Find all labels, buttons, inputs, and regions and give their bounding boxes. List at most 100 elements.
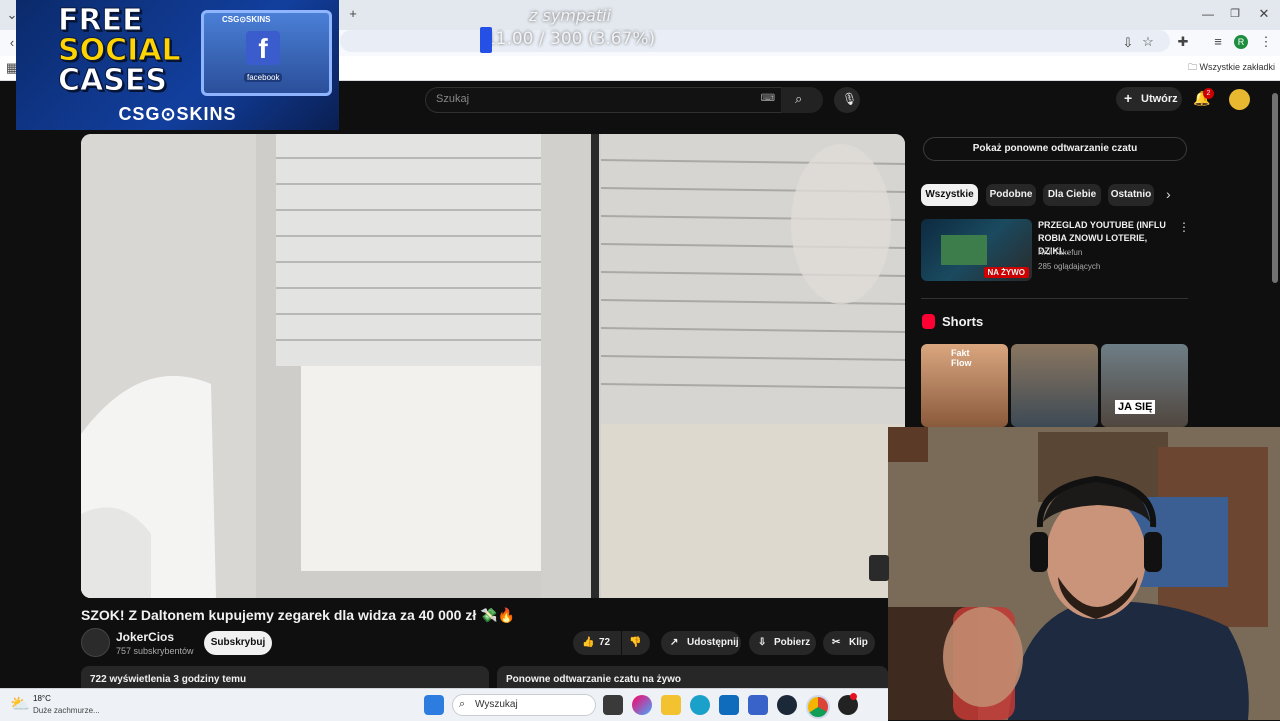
weather-icon[interactable]: ⛅ [10,694,30,714]
taskbar-search-icon: ⌕ [459,698,466,710]
promo-line-1: FREE [58,3,144,38]
media-controls-icon[interactable]: ≡ [1210,34,1226,50]
crate-brand: CSG⊙SKINS [222,15,271,24]
install-app-icon[interactable]: ⇩ [1120,35,1136,51]
taskbar-search[interactable]: ⌕ Wyszukaj [452,694,596,716]
channel-name[interactable]: JokerCios [116,630,174,644]
profile-avatar[interactable]: R [1234,35,1248,49]
create-label: Utwórz [1141,93,1178,105]
webcam-frame [888,427,1280,720]
chevron-right-icon[interactable]: › [1166,186,1171,202]
outlook-icon[interactable] [719,695,739,715]
close-window-icon[interactable]: ✕ [1256,6,1272,22]
rec-channel[interactable]: Krul Takefun [1038,248,1082,257]
short-thumbnail-2[interactable] [1011,344,1098,427]
keyboard-icon[interactable]: ⌨ [761,93,775,104]
views-and-date: 722 wyświetlenia 3 godziny temu [90,674,247,685]
facebook-icon: f [246,31,280,65]
download-button[interactable]: ⇩ Pobierz [749,631,816,655]
blinds-right [600,134,905,598]
like-button[interactable]: 👍 72 [573,631,621,655]
short-thumbnail-3[interactable]: JA SIĘ [1101,344,1188,427]
video-title: SZOK! Z Daltonem kupujemy zegarek dla wi… [81,607,515,623]
miniplayer-thumbnail[interactable] [869,555,889,581]
all-bookmarks-label: Wszystkie zakładki [1199,62,1276,72]
browser-menu-icon[interactable]: ⋮ [1258,34,1274,50]
mic-icon: 🎙 [842,92,858,106]
goal-value: 11.00 / 300 (3.67%) [484,29,656,49]
thumbs-up-icon: 👍 [582,637,595,648]
account-avatar[interactable] [1229,89,1250,110]
share-label: Udostępnij [687,637,739,648]
webcam-overlay [888,427,1280,720]
goal-progress-fill [480,27,492,53]
clip-label: Klip [849,637,868,648]
steam-icon[interactable] [777,695,797,715]
file-explorer-icon[interactable] [661,695,681,715]
rec-viewers: 285 oglądających [1038,262,1101,271]
scissors-icon: ✂ [832,637,841,648]
video-frame [81,134,905,598]
create-button[interactable]: + Utwórz [1116,87,1182,111]
notification-dot [850,693,857,700]
divider [921,298,1188,299]
download-label: Pobierz [774,637,811,648]
donation-goal-overlay: z sympatii 11.00 / 300 (3.67%) [340,0,800,54]
windows-taskbar: ⛅ 18°C Duże zachmurze... ⌕ Wyszukaj [0,688,888,721]
folder-icon: 🗀 [1188,62,1198,72]
store-icon[interactable] [748,695,768,715]
promo-line-3: CASES [58,63,168,98]
page-scrollbar[interactable] [1272,93,1278,283]
bookmark-star-icon[interactable]: ☆ [1140,34,1156,50]
copilot-icon[interactable] [632,695,652,715]
windows-start-icon[interactable] [424,695,444,715]
thumb-inner-frame [941,235,987,265]
all-bookmarks[interactable]: 🗀 Wszystkie zakładki [1188,60,1275,76]
weather-temp[interactable]: 18°C [33,694,51,703]
clip-button[interactable]: ✂ Klip [823,631,875,655]
download-icon: ⇩ [758,637,767,648]
notifications-count: 2 [1203,88,1214,99]
search-input[interactable]: Szukaj ⌨ [425,87,782,113]
weather-desc[interactable]: Duże zachmurze... [33,706,100,715]
rec-thumbnail[interactable]: NA ŻYWO [921,219,1032,281]
share-button[interactable]: ↗ Udostępnij [661,631,741,655]
subscriber-count: 757 subskrybentów [116,646,194,656]
short3-text: JA SIĘ [1115,400,1156,414]
search-button[interactable]: ⌕ [781,87,823,113]
short-thumbnail-1[interactable]: Fakt Flow [921,344,1008,427]
show-chat-replay-button[interactable]: Pokaż ponowne odtwarzanie czatu [923,137,1187,161]
description-box[interactable]: 722 wyświetlenia 3 godziny temu [81,666,489,688]
subscribe-button[interactable]: Subskrybuj [204,631,272,655]
live-badge: NA ŻYWO [983,267,1029,278]
more-options-icon[interactable]: ⋮ [1178,220,1190,234]
video-player[interactable] [81,134,905,598]
plus-icon: + [1124,90,1133,106]
promo-brand: CSG⊙SKINS [118,104,237,124]
goal-label: z sympatii [529,6,611,25]
dislike-button[interactable]: 👎 [622,631,650,655]
shorts-icon [922,314,935,329]
promo-crate-image: CSG⊙SKINS f facebook [201,10,332,96]
voice-search-button[interactable]: 🎙 [834,87,860,113]
channel-avatar[interactable] [81,628,110,657]
chip-all[interactable]: Wszystkie [921,184,978,206]
maximize-icon[interactable]: ❐ [1227,6,1243,22]
chip-for-you[interactable]: Dla Ciebie [1043,184,1101,206]
share-icon: ↗ [670,637,679,648]
search-placeholder: Szukaj [436,93,470,105]
edge-icon[interactable] [690,695,710,715]
taskbar-search-label: Wyszukaj [475,699,518,710]
search-icon: ⌕ [795,91,803,106]
extensions-icon[interactable]: ✚ [1175,34,1191,50]
shorts-heading: Shorts [942,314,984,329]
chip-related[interactable]: Podobne [986,184,1036,206]
chrome-icon[interactable] [806,695,830,719]
blinds-left [276,134,541,571]
chip-recent[interactable]: Ostatnio [1108,184,1154,206]
chat-replay-box[interactable]: Ponowne odtwarzanie czatu na żywo [497,666,888,688]
minimize-icon[interactable]: — [1200,6,1216,22]
promo-banner: FREE SOCIAL CASES CSG⊙SKINS f facebook C… [16,0,339,130]
promo-line-2: SOCIAL [58,33,182,68]
task-view-icon[interactable] [603,695,623,715]
